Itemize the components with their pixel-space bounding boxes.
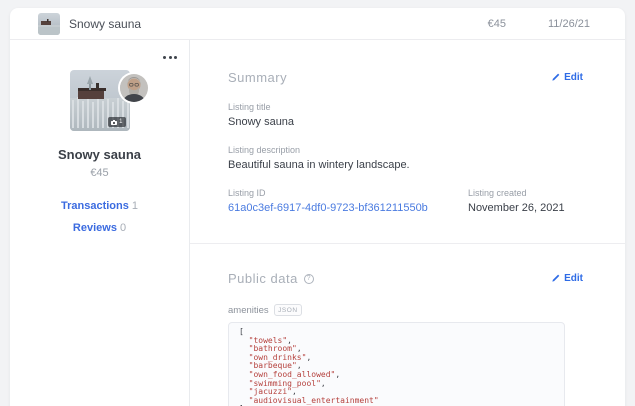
reviews-count: 0 <box>119 222 127 234</box>
transactions-link[interactable]: Transactions <box>61 200 129 212</box>
listing-meta-row: Listing ID 61a0c3ef-6917-4df0-9723-bf361… <box>228 188 583 214</box>
reviews-link[interactable]: Reviews <box>73 222 117 234</box>
photo-count: 1 <box>119 119 123 125</box>
public-data-section: Public data ? Edit amenities JSON [ "tow… <box>190 243 625 406</box>
sidebar-listing-price: €45 <box>90 167 109 179</box>
listing-photo-block: 1 <box>69 70 148 131</box>
topbar: Snowy sauna €45 11/26/21 <box>10 8 625 40</box>
listing-created-label: Listing created <box>468 188 527 198</box>
reviews-row: Reviews 0 <box>73 222 126 234</box>
amenities-json-code: [ "towels", "bathroom", "own_drinks", "b… <box>228 322 565 406</box>
topbar-listing-title: Snowy sauna <box>69 16 142 31</box>
summary-edit-button[interactable]: Edit <box>551 72 583 83</box>
provider-avatar-photo <box>119 74 148 102</box>
amenities-key-row: amenities JSON <box>228 304 583 316</box>
overflow-menu-button[interactable] <box>159 52 181 63</box>
listing-title-label: Listing title <box>228 102 271 112</box>
sidebar-listing-title: Snowy sauna <box>57 147 142 162</box>
listing-title-value: Snowy sauna <box>228 116 295 128</box>
summary-heading: Summary <box>228 70 288 85</box>
listing-detail-card: Snowy sauna €45 11/26/21 1 Snowy sauna €… <box>10 8 625 406</box>
main-panel: Summary Edit Listing title Snowy sauna L… <box>190 40 625 406</box>
listing-id-value[interactable]: 61a0c3ef-6917-4df0-9723-bf361211550b <box>228 202 468 214</box>
photo-count-badge: 1 <box>108 117 126 127</box>
amenities-key-label: amenities <box>228 304 269 316</box>
public-data-heading: Public data <box>228 271 298 286</box>
listing-description-value: Beautiful sauna in wintery landscape. <box>228 159 410 171</box>
camera-icon <box>111 119 118 125</box>
provider-avatar[interactable] <box>119 74 148 102</box>
listing-description-field: Listing description Beautiful sauna in w… <box>228 145 583 171</box>
transactions-count: 1 <box>131 200 138 212</box>
pencil-icon <box>552 274 560 282</box>
listing-id-field: Listing ID 61a0c3ef-6917-4df0-9723-bf361… <box>228 188 468 214</box>
json-format-badge: JSON <box>273 304 303 316</box>
transactions-row: Transactions 1 <box>61 200 138 212</box>
topbar-created-date: 11/26/21 <box>547 17 590 30</box>
listing-id-label: Listing ID <box>228 188 266 198</box>
listing-title-field: Listing title Snowy sauna <box>228 102 583 128</box>
public-data-edit-button[interactable]: Edit <box>551 273 583 284</box>
listing-sidebar: 1 Snowy sauna €45 Transactions 1 Reviews 0 <box>10 40 190 406</box>
topbar-price: €45 <box>487 17 506 30</box>
summary-edit-label: Edit <box>564 72 583 83</box>
help-icon[interactable]: ? <box>303 273 314 284</box>
listing-created-field: Listing created November 26, 2021 <box>468 188 565 214</box>
summary-section: Summary Edit Listing title Snowy sauna L… <box>190 40 625 243</box>
public-data-edit-label: Edit <box>564 273 583 284</box>
snowy-sauna-thumbnail-image <box>38 12 60 35</box>
listing-created-value: November 26, 2021 <box>468 202 565 214</box>
listing-thumbnail <box>38 12 60 35</box>
listing-description-label: Listing description <box>228 145 301 155</box>
pencil-icon <box>552 73 560 81</box>
